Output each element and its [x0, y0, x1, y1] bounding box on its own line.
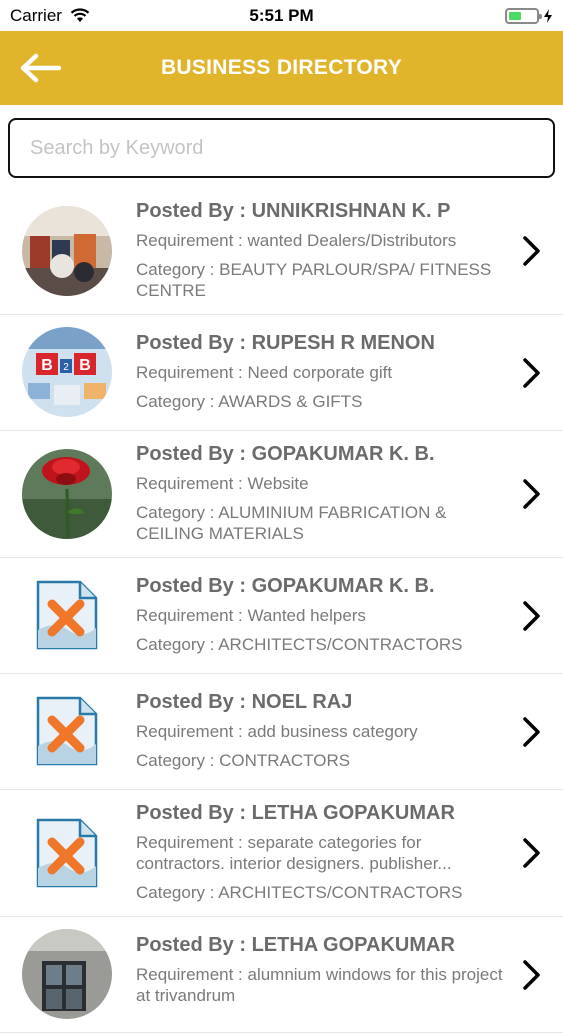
- broken-image-icon: [22, 686, 112, 776]
- posted-by: Posted By : RUPESH R MENON: [136, 332, 435, 354]
- status-right: [505, 7, 553, 24]
- category: Category : ARCHITECTS/CONTRACTORS: [136, 883, 463, 902]
- back-arrow-icon: [20, 53, 61, 83]
- requirement: Requirement : separate categories for co…: [136, 833, 452, 873]
- category: Category : CONTRACTORS: [136, 751, 351, 770]
- category: Category : ARCHITECTS/CONTRACTORS: [136, 635, 463, 654]
- list-item[interactable]: Posted By : UNNIKRISHNAN K. P Requiremen…: [0, 188, 563, 315]
- requirement: Requirement : add business category: [136, 722, 418, 741]
- chevron-right-icon: [523, 959, 540, 990]
- list-item[interactable]: Posted By : GOPAKUMAR K. B. Requirement …: [0, 431, 563, 558]
- charging-icon: [544, 8, 552, 23]
- item-text: Posted By : UNNIKRISHNAN K. P Requiremen…: [136, 200, 563, 301]
- b2b-photo-avatar: B 2 B: [22, 327, 112, 417]
- item-text: Posted By : RUPESH R MENON Requirement :…: [136, 332, 563, 412]
- list-item[interactable]: Posted By : LETHA GOPAKUMAR Requirement …: [0, 917, 563, 1033]
- chevron-right-icon: [523, 236, 540, 266]
- status-left: Carrier: [10, 6, 90, 26]
- rose-photo-avatar: [22, 448, 112, 539]
- page-title: BUSINESS DIRECTORY: [160, 56, 403, 79]
- item-text: Posted By : NOEL RAJ Requirement : add b…: [136, 691, 563, 771]
- item-text: Posted By : LETHA GOPAKUMAR Requirement …: [136, 802, 563, 903]
- battery-icon: [505, 7, 542, 24]
- svg-text:B: B: [79, 357, 91, 374]
- building-photo-avatar: [22, 929, 112, 1019]
- list-item[interactable]: Posted By : GOPAKUMAR K. B. Requirement …: [0, 558, 563, 674]
- posted-by: Posted By : LETHA GOPAKUMAR: [136, 934, 455, 956]
- back-button[interactable]: [0, 31, 80, 105]
- requirement: Requirement : wanted Dealers/Distributor…: [136, 231, 457, 250]
- posted-by: Posted By : LETHA GOPAKUMAR: [136, 802, 455, 824]
- list-item[interactable]: Posted By : LETHA GOPAKUMAR Requirement …: [0, 790, 563, 917]
- posted-by: Posted By : NOEL RAJ: [136, 691, 353, 713]
- broken-image-icon: [22, 570, 112, 660]
- chevron-right-icon: [523, 600, 540, 631]
- search-input[interactable]: [8, 118, 555, 178]
- chevron-right-icon: [523, 716, 540, 747]
- requirement: Requirement : Need corporate gift: [136, 363, 393, 382]
- item-text: Posted By : GOPAKUMAR K. B. Requirement …: [136, 575, 563, 655]
- broken-image-icon: [22, 808, 112, 898]
- carrier-label: Carrier: [10, 5, 62, 25]
- app-header: BUSINESS DIRECTORY: [0, 31, 563, 105]
- list-item[interactable]: Posted By : NOEL RAJ Requirement : add b…: [0, 674, 563, 790]
- chevron-right-icon: [523, 838, 540, 868]
- posted-by: Posted By : GOPAKUMAR K. B.: [136, 575, 435, 597]
- requirement: Requirement : Wanted helpers: [136, 606, 366, 625]
- search-container: [0, 105, 563, 188]
- chevron-right-icon: [523, 357, 540, 388]
- list-item[interactable]: B 2 B Posted By : RUPESH R MENON Require…: [0, 315, 563, 431]
- directory-list: Posted By : UNNIKRISHNAN K. P Requiremen…: [0, 188, 563, 1033]
- posted-by: Posted By : GOPAKUMAR K. B.: [136, 443, 435, 465]
- item-text: Posted By : GOPAKUMAR K. B. Requirement …: [136, 443, 563, 544]
- category: Category : AWARDS & GIFTS: [136, 392, 363, 411]
- requirement: Requirement : Website: [136, 474, 309, 493]
- category: Category : ALUMINIUM FABRICATION & CEILI…: [136, 503, 447, 543]
- chevron-right-icon: [523, 479, 540, 509]
- posted-by: Posted By : UNNIKRISHNAN K. P: [136, 200, 451, 222]
- svg-text:B: B: [41, 357, 53, 374]
- status-bar: Carrier 5:51 PM: [0, 0, 563, 31]
- svg-text:2: 2: [63, 362, 69, 373]
- item-text: Posted By : LETHA GOPAKUMAR Requirement …: [136, 934, 563, 1014]
- category: Category : BEAUTY PARLOUR/SPA/ FITNESS C…: [136, 260, 492, 300]
- store-photo-avatar: [22, 205, 112, 296]
- wifi-icon: [70, 8, 90, 22]
